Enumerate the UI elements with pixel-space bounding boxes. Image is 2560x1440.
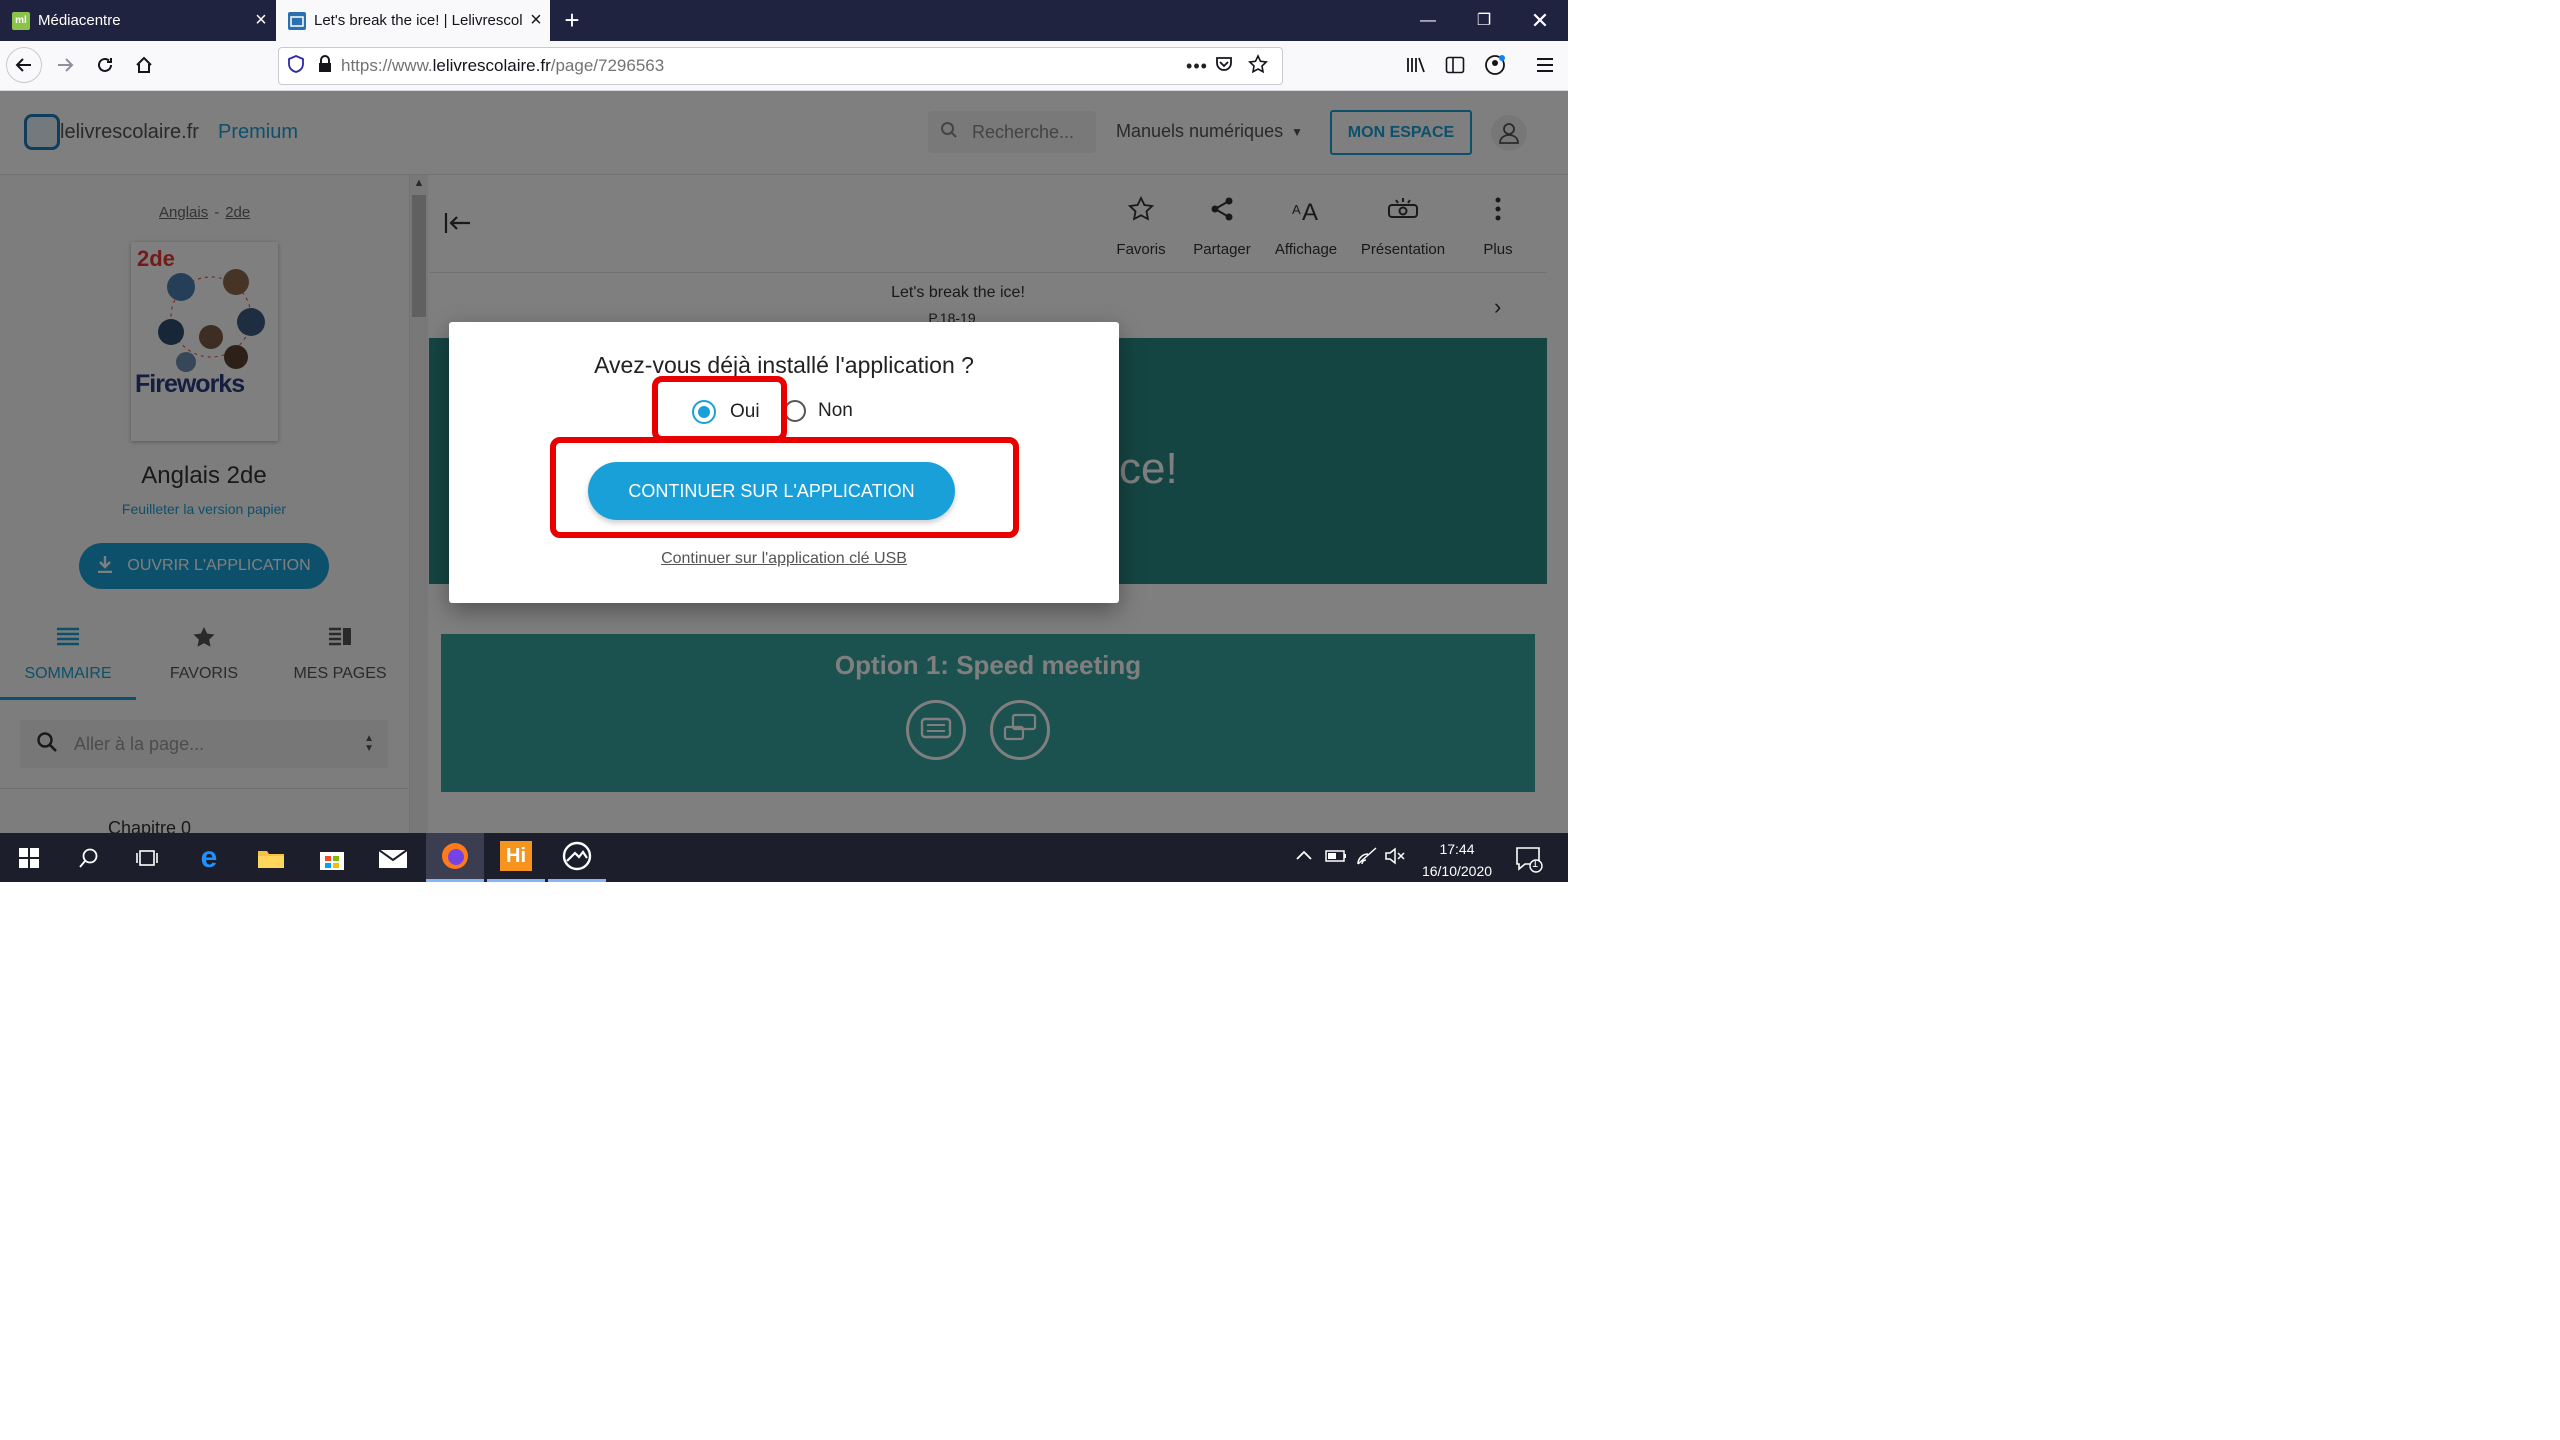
wifi-icon[interactable] (1356, 846, 1378, 871)
tab-title: Médiacentre (38, 12, 121, 29)
system-clock[interactable]: 17:44 16/10/2020 (1412, 838, 1502, 882)
tab-mediacentre[interactable]: ml Médiacentre × (0, 0, 275, 41)
radio-non[interactable]: Non (784, 400, 853, 422)
dialog-question: Avez-vous déjà installé l'application ? (594, 352, 974, 378)
page-actions-icon[interactable]: ••• (1180, 56, 1214, 77)
radio-label-non: Non (818, 400, 853, 421)
close-tab-icon[interactable]: × (522, 9, 550, 32)
notification-center-icon[interactable]: 1 (1515, 845, 1543, 878)
task-view-icon[interactable] (118, 833, 176, 882)
forward-icon[interactable] (47, 47, 83, 83)
tab-title: Let's break the ice! | Lelivrescol (314, 12, 522, 29)
url-bar[interactable]: https://www.lelivrescolaire.fr/page/7296… (278, 47, 1283, 85)
shield-icon[interactable] (287, 54, 305, 78)
lelivrescolaire-app-icon[interactable] (548, 833, 606, 882)
volume-muted-icon[interactable] (1384, 846, 1406, 871)
account-icon[interactable] (1477, 47, 1513, 83)
url-text[interactable]: https://www.lelivrescolaire.fr/page/7296… (341, 56, 1180, 76)
sidebar-toggle-icon[interactable] (1437, 47, 1473, 83)
pocket-icon[interactable] (1214, 54, 1248, 79)
start-icon[interactable] (0, 833, 58, 882)
notification-count: 1 (1532, 858, 1539, 870)
battery-icon[interactable] (1325, 848, 1347, 869)
tab-lelivrescolaire[interactable]: Let's break the ice! | Lelivrescol × (276, 0, 550, 41)
highlight-continue (550, 437, 1019, 538)
hi-app-icon[interactable]: Hi (487, 833, 545, 882)
close-tab-icon[interactable]: × (247, 9, 275, 32)
usb-app-link[interactable]: Continuer sur l'application clé USB (449, 550, 1119, 568)
library-icon[interactable] (1398, 47, 1434, 83)
close-window-icon[interactable]: ✕ (1512, 0, 1568, 41)
reload-icon[interactable] (87, 47, 123, 83)
lock-icon[interactable] (317, 54, 333, 78)
lelivrescolaire-favicon-icon (288, 11, 306, 30)
show-hidden-icons-icon[interactable] (1295, 848, 1313, 867)
restore-icon[interactable]: ❐ (1456, 0, 1512, 41)
mediacentre-favicon-icon: ml (12, 11, 30, 30)
edge-icon[interactable]: e (180, 833, 238, 882)
clock-date: 16/10/2020 (1421, 863, 1493, 879)
home-icon[interactable] (126, 47, 162, 83)
new-tab-button[interactable]: + (558, 4, 586, 36)
mail-icon[interactable] (364, 833, 422, 882)
bookmark-star-icon[interactable] (1248, 53, 1282, 79)
clock-time: 17:44 (1439, 841, 1475, 857)
file-explorer-icon[interactable] (242, 833, 300, 882)
radio-unchecked-icon[interactable] (784, 400, 806, 422)
back-icon[interactable] (6, 47, 42, 83)
search-icon[interactable] (60, 833, 118, 882)
app-menu-icon[interactable] (1527, 47, 1563, 83)
firefox-icon[interactable] (426, 833, 484, 882)
highlight-oui (652, 376, 787, 442)
minimize-icon[interactable]: — (1400, 0, 1456, 41)
store-icon[interactable] (303, 833, 361, 882)
